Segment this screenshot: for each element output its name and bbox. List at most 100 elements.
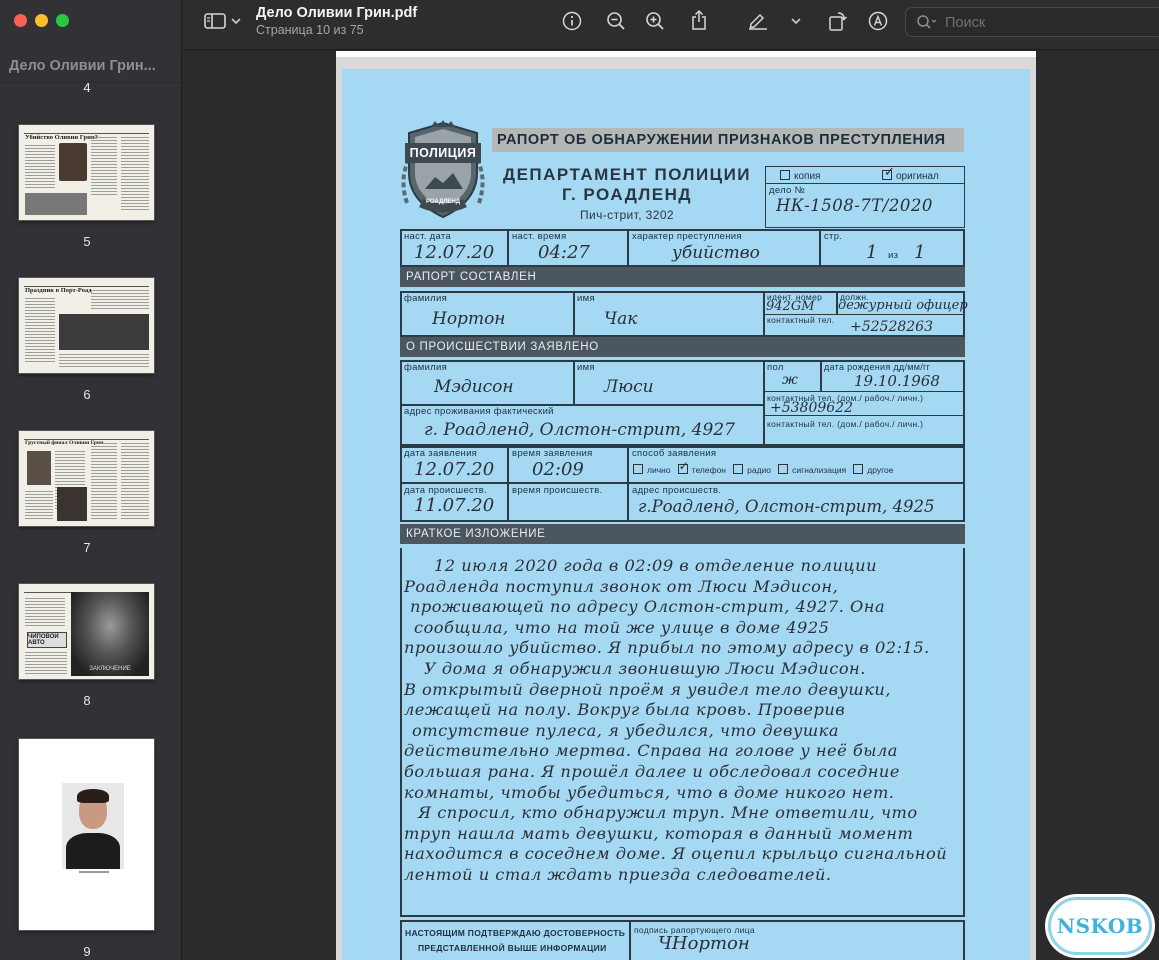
page-indicator: Страница 10 из 75 xyxy=(256,23,364,37)
reporter-contact-value: +52528263 xyxy=(850,319,933,335)
info-icon[interactable] xyxy=(561,10,583,32)
incident-time-label: время происшеств. xyxy=(512,485,603,496)
report-method-label: способ заявления xyxy=(632,448,717,459)
witness-first-name-label: имя xyxy=(577,362,595,373)
close-window-button[interactable] xyxy=(14,14,27,27)
signature-value: ЧНортон xyxy=(658,933,750,954)
page-number-label: 4 xyxy=(83,80,91,95)
witness-dob-value: 19.10.1968 xyxy=(854,372,940,390)
suspect-photo xyxy=(62,783,124,869)
zoom-window-button[interactable] xyxy=(56,14,69,27)
dept-address: Пич-стрит, 3202 xyxy=(580,208,674,222)
chevron-down-icon[interactable] xyxy=(230,15,242,27)
current-date-label: наст. дата xyxy=(404,231,452,242)
summary-narrative: 12 июля 2020 года в 02:09 в отделение по… xyxy=(404,556,948,884)
police-badge-logo: ПОЛИЦИЯ РОАДЛЕНД xyxy=(395,119,491,223)
report-time-value: 02:09 xyxy=(532,459,584,480)
page-label: стр. xyxy=(824,231,843,242)
page-number-label: 7 xyxy=(83,540,91,555)
dept-name-line2: Г. РОАДЛЕНД xyxy=(561,185,693,204)
dept-name-line1: ДЕПАРТАМЕНТ ПОЛИЦИИ xyxy=(502,165,752,184)
crime-report-form: ПОЛИЦИЯ РОАДЛЕНД РАПОРТ ОБ ОБНАРУЖЕНИИ П… xyxy=(342,69,1030,960)
method-alarm-checkbox[interactable]: сигнализация xyxy=(778,464,846,475)
document-viewport[interactable]: ПОЛИЦИЯ РОАДЛЕНД РАПОРТ ОБ ОБНАРУЖЕНИИ П… xyxy=(183,51,1159,960)
sidebar-title: Дело Оливии Грин... xyxy=(9,58,156,74)
thumbnail-sidebar: Дело Оливии Грин... 4 Убийство Оливии Гр… xyxy=(0,0,182,960)
page-thumbnail-8[interactable]: ЧИПОВОЙ АВТО ЗАКЛЮЧЕНИЕ xyxy=(19,584,154,679)
crime-type-label: характер преступления xyxy=(632,231,742,242)
thumbnail-ad: ЧИПОВОЙ АВТО xyxy=(27,632,67,648)
witness-phone1-value: +53809622 xyxy=(770,400,853,416)
report-date-value: 12.07.20 xyxy=(414,459,495,480)
reporter-last-name-value: Нортон xyxy=(432,309,506,329)
method-radio-checkbox[interactable]: радио xyxy=(733,464,771,475)
reporter-first-name-value: Чак xyxy=(604,309,638,329)
incident-date-value: 11.07.20 xyxy=(414,495,495,516)
witness-first-name-value: Люси xyxy=(604,377,654,397)
page-total-value: 1 xyxy=(914,242,926,263)
witness-last-name-label: фамилия xyxy=(404,362,448,373)
page-thumbnail-6[interactable]: Праздник в Порт-Роад xyxy=(19,278,154,373)
page-number-label: 6 xyxy=(83,387,91,402)
reporter-last-name-label: фамилия xyxy=(404,293,448,304)
witness-address-label: адрес проживания фактический xyxy=(404,406,554,417)
current-time-value: 04:27 xyxy=(538,242,590,263)
page-number-label: 8 xyxy=(83,693,91,708)
copy-checkbox[interactable]: копия xyxy=(780,170,820,182)
witness-address-value: г. Роадленд, Олстон-стрит, 4927 xyxy=(424,420,735,440)
confirmation-text-line1: НАСТОЯЩИМ ПОДТВЕРЖДАЮ ДОСТОВЕРНОСТЬ xyxy=(405,928,626,938)
rotate-icon[interactable] xyxy=(827,9,849,33)
document-title: Дело Оливии Грин.pdf xyxy=(256,5,418,21)
page-thumbnail-7[interactable]: Грустный финал Оливии Грин xyxy=(19,431,154,526)
sidebar-toggle-icon[interactable] xyxy=(203,11,227,31)
zoom-out-icon[interactable] xyxy=(605,10,627,32)
summary-section-header: КРАТКОЕ ИЗЛОЖЕНИЕ xyxy=(400,524,965,544)
thumbnail-headline: Убийство Оливии Грин? xyxy=(25,134,98,141)
thumbnail-caption: ЗАКЛЮЧЕНИЕ xyxy=(89,666,131,672)
minimize-window-button[interactable] xyxy=(35,14,48,27)
confirmation-text-line2: ПРЕДСТАВЛЕННОЙ ВЫШЕ ИНФОРМАЦИИ xyxy=(418,943,607,953)
original-checkbox[interactable]: ✓ оригинал xyxy=(882,164,939,182)
witness-phone2-label: контактный тел. (дом./ рабоч./ личн.) xyxy=(767,419,924,429)
zoom-in-icon[interactable] xyxy=(644,10,666,32)
witness-dob-label: дата рождения дд/мм/гг xyxy=(824,362,931,372)
report-date-label: дата заявления xyxy=(404,448,478,459)
method-in-person-checkbox[interactable]: лично xyxy=(633,464,671,475)
reporter-position-value: дежурный офицер xyxy=(838,298,968,313)
reporter-first-name-label: имя xyxy=(577,293,595,304)
method-phone-checkbox[interactable]: ✓ телефон xyxy=(677,459,726,475)
page-thumbnail-5[interactable]: Убийство Оливии Грин? xyxy=(19,125,154,220)
report-time-label: время заявления xyxy=(512,448,593,459)
share-icon[interactable] xyxy=(688,8,710,32)
reporter-contact-label: контактный тел. xyxy=(767,315,835,325)
search-placeholder: Поиск xyxy=(945,15,986,31)
case-number-label: дело № xyxy=(769,185,806,196)
reporter-id-value: 942GM xyxy=(766,299,815,314)
page-value: 1 xyxy=(866,242,878,263)
window-controls xyxy=(14,14,69,27)
form-header: РАПОРТ ОБ ОБНАРУЖЕНИИ ПРИЗНАКОВ ПРЕСТУПЛ… xyxy=(492,128,964,152)
badge-top-text: ПОЛИЦИЯ xyxy=(409,146,477,160)
thumbnail-headline: Праздник в Порт-Роад xyxy=(25,287,92,294)
annotate-icon[interactable] xyxy=(867,10,889,32)
search-icon xyxy=(916,14,938,30)
page-number-label: 5 xyxy=(83,234,91,249)
page-of-label: из xyxy=(888,250,899,261)
report-method-options: лично ✓ телефон радио сигнализация другое xyxy=(633,459,893,475)
page-thumbnail-9[interactable] xyxy=(19,739,154,930)
current-date-value: 12.07.20 xyxy=(414,242,495,263)
search-field[interactable]: Поиск xyxy=(905,7,1159,37)
method-other-checkbox[interactable]: другое xyxy=(853,464,893,475)
witness-sex-value: ж xyxy=(782,372,798,388)
incident-address-value: г.Роадленд, Олстон-стрит, 4925 xyxy=(638,497,935,516)
crime-type-value: убийство xyxy=(672,243,760,263)
current-time-label: наст. время xyxy=(512,231,567,242)
toolbar: Дело Оливии Грин.pdf Страница 10 из 75 П… xyxy=(183,0,1159,50)
badge-bottom-text: РОАДЛЕНД xyxy=(425,199,461,205)
incident-section-header: О ПРОИСШЕСТВИИ ЗАЯВЛЕНО xyxy=(400,337,965,357)
reporter-section-header: РАПОРТ СОСТАВЛЕН xyxy=(400,267,965,287)
chevron-down-icon[interactable] xyxy=(790,15,802,27)
markup-pen-icon[interactable] xyxy=(746,9,770,31)
witness-last-name-value: Мэдисон xyxy=(434,377,514,397)
page-number-label: 9 xyxy=(83,944,91,959)
